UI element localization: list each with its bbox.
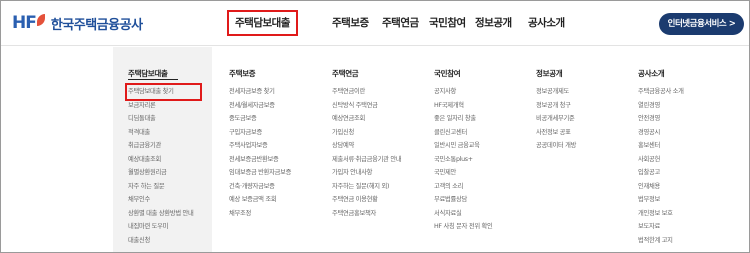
menu-link[interactable]: 자주 하는 질문 bbox=[128, 180, 200, 194]
menu-link[interactable]: 무료법률상담 bbox=[434, 193, 493, 207]
column-title[interactable]: 주택담보대출 bbox=[128, 68, 168, 79]
menu-link[interactable]: 전세자금보증 찾기 bbox=[229, 85, 291, 99]
column-title[interactable]: 공사소개 bbox=[638, 68, 665, 79]
hf-logo-icon: HF bbox=[12, 13, 45, 33]
menu-link[interactable]: 법적한계 고지 bbox=[638, 234, 684, 248]
menu-link[interactable]: 예상 보증금액 조회 bbox=[229, 193, 291, 207]
menu-link[interactable]: 주택연금홍보책자 bbox=[332, 207, 401, 221]
column-items: 주택연금이란 신탁방식 주택연금 예상연금조회 가입신청 상담예약 제출서류·취… bbox=[332, 85, 402, 221]
menu-link[interactable]: 상담예약 bbox=[332, 139, 401, 153]
menu-link[interactable]: 채무인수 bbox=[128, 193, 200, 207]
menu-link[interactable]: HF국제개혁 bbox=[434, 99, 493, 113]
nav-item-public-participation[interactable]: 국민참여 bbox=[429, 10, 466, 36]
internet-banking-button[interactable]: 인터넷금융서비스 > bbox=[659, 13, 744, 35]
menu-link[interactable]: 구입자금보증 bbox=[229, 126, 291, 140]
menu-link[interactable]: HF 사칭 문자 전위 확인 bbox=[434, 220, 493, 234]
menu-link[interactable]: 주택금융공사 소개 bbox=[638, 85, 684, 99]
nav-item-housing-guarantee[interactable]: 주택보증 bbox=[332, 10, 369, 36]
menu-link[interactable]: 예상대출조회 bbox=[128, 153, 200, 167]
menu-link[interactable]: 고객의 소리 bbox=[434, 180, 493, 194]
menu-column-housing-guarantee: 주택보증 전세자금보증 찾기 전세/월세자금보증 중도금보증 구입자금보증 주택… bbox=[229, 47, 329, 252]
menu-link[interactable]: 보금자리론 bbox=[128, 99, 200, 113]
menu-link[interactable]: 디딤돌대출 bbox=[128, 112, 200, 126]
nav-item-information-disclosure[interactable]: 정보공개 bbox=[475, 10, 512, 36]
menu-link[interactable]: 예상연금조회 bbox=[332, 112, 401, 126]
menu-column-housing-pension: 주택연금 주택연금이란 신탁방식 주택연금 예상연금조회 가입신청 상담예약 제… bbox=[332, 47, 432, 252]
menu-link[interactable]: 중도금보증 bbox=[229, 112, 291, 126]
menu-link[interactable]: 전세/월세자금보증 bbox=[229, 99, 291, 113]
menu-link[interactable]: 월별상환원리금 bbox=[128, 166, 200, 180]
menu-link[interactable]: 내집마련 도우미 bbox=[128, 220, 200, 234]
menu-link[interactable]: 신탁방식 주택연금 bbox=[332, 99, 401, 113]
column-title[interactable]: 정보공개 bbox=[536, 68, 563, 79]
menu-link[interactable]: 주택사업자보증 bbox=[229, 139, 291, 153]
menu-column-public-participation: 국민참여 공지사항 HF국제개혁 좋은 일자리 창출 클린신고센터 일반시민 금… bbox=[434, 47, 534, 252]
menu-link[interactable]: 가입신청 bbox=[332, 126, 401, 140]
menu-link[interactable]: 안전경영 bbox=[638, 112, 684, 126]
menu-link[interactable]: 국민소통plus+ bbox=[434, 153, 493, 167]
menu-link[interactable]: 정보공개제도 bbox=[536, 85, 576, 99]
menu-link[interactable]: 전세보증금반환보증 bbox=[229, 153, 291, 167]
nav-item-about-company[interactable]: 공사소개 bbox=[528, 10, 565, 36]
menu-link[interactable]: 채무조정 bbox=[229, 207, 291, 221]
menu-link[interactable]: 홍보센터 bbox=[638, 139, 684, 153]
menu-link[interactable]: 사전정보 공표 bbox=[536, 126, 576, 140]
column-items: 주택담보대출 찾기 보금자리론 디딤돌대출 적격대출 취급금융기관 예상대출조회… bbox=[125, 83, 202, 248]
nav-item-housing-pension[interactable]: 주택연금 bbox=[382, 10, 419, 36]
menu-link[interactable]: 개인정보 보호 bbox=[638, 207, 684, 221]
menu-link[interactable]: 취급금융기관 bbox=[128, 139, 200, 153]
menu-link[interactable]: 비공개세부기준 bbox=[536, 112, 576, 126]
site-logo[interactable]: HF 한국주택금융공사 bbox=[12, 12, 143, 34]
logo-mark-text: HF bbox=[12, 13, 37, 33]
menu-link[interactable]: 좋은 일자리 창출 bbox=[434, 112, 493, 126]
menu-link[interactable]: 일반시민 금융교육 bbox=[434, 139, 493, 153]
column-items: 공지사항 HF국제개혁 좋은 일자리 창출 클린신고센터 일반시민 금융교육 국… bbox=[434, 85, 493, 234]
menu-link[interactable]: 주택연금 이용현황 bbox=[332, 193, 401, 207]
menu-link[interactable]: 경영공시 bbox=[638, 126, 684, 140]
column-items: 주택금융공사 소개 열린경영 안전경영 경영공시 홍보센터 사회공헌 입찰공고 … bbox=[638, 85, 684, 247]
menu-link[interactable]: 클린신고센터 bbox=[434, 126, 493, 140]
column-title[interactable]: 주택연금 bbox=[332, 68, 359, 79]
menu-column-information-disclosure: 정보공개 정보공개제도 정보공개 청구 비공개세부기준 사전정보 공표 공공데이… bbox=[536, 47, 636, 252]
mega-menu: 주택담보대출 주택담보대출 찾기 보금자리론 디딤돌대출 적격대출 취급금융기관… bbox=[1, 47, 749, 252]
menu-link[interactable]: 적격대출 bbox=[128, 126, 200, 140]
menu-column-about-company: 공사소개 주택금융공사 소개 열린경영 안전경영 경영공시 홍보센터 사회공헌 … bbox=[638, 47, 743, 252]
menu-link[interactable]: 건축·개량자금보증 bbox=[229, 180, 291, 194]
column-title[interactable]: 국민참여 bbox=[434, 68, 461, 79]
menu-column-mortgage-loan: 주택담보대출 주택담보대출 찾기 보금자리론 디딤돌대출 적격대출 취급금융기관… bbox=[113, 47, 212, 252]
column-items: 정보공개제도 정보공개 청구 비공개세부기준 사전정보 공표 공공데이터 개방 bbox=[536, 85, 576, 153]
column-title[interactable]: 주택보증 bbox=[229, 68, 256, 79]
menu-link[interactable]: 법무정보 bbox=[638, 193, 684, 207]
menu-link-find-mortgage[interactable]: 주택담보대출 찾기 bbox=[125, 83, 202, 101]
title-underline bbox=[128, 79, 178, 80]
site-header: HF 한국주택금융공사 주택담보대출 주택보증 주택연금 국민참여 정보공개 공… bbox=[1, 1, 749, 46]
menu-link[interactable]: 입찰공고 bbox=[638, 166, 684, 180]
menu-link[interactable]: 공지사항 bbox=[434, 85, 493, 99]
menu-link[interactable]: 대출신청 bbox=[128, 234, 200, 248]
menu-link[interactable]: 제출서류·취급금융기관 안내 bbox=[332, 153, 402, 167]
logo-text: 한국주택금융공사 bbox=[50, 17, 143, 33]
menu-link[interactable]: 보도자료 bbox=[638, 220, 684, 234]
menu-link[interactable]: 국민제안 bbox=[434, 166, 493, 180]
menu-link[interactable]: 임대보증금 반환자금보증 bbox=[229, 166, 291, 180]
menu-link[interactable]: 주택연금이란 bbox=[332, 85, 401, 99]
menu-link[interactable]: 상환별 대출 상환방법 안내 bbox=[128, 207, 200, 221]
menu-link[interactable]: 열린경영 bbox=[638, 99, 684, 113]
menu-link[interactable]: 서식자료실 bbox=[434, 207, 493, 221]
column-items: 전세자금보증 찾기 전세/월세자금보증 중도금보증 구입자금보증 주택사업자보증… bbox=[229, 85, 291, 220]
menu-link[interactable]: 공공데이터 개방 bbox=[536, 139, 576, 153]
nav-item-mortgage-loan[interactable]: 주택담보대출 bbox=[227, 10, 298, 36]
menu-link[interactable]: 인재채용 bbox=[638, 180, 684, 194]
menu-link[interactable]: 사회공헌 bbox=[638, 153, 684, 167]
menu-link[interactable]: 자주하는 질문(해지 외) bbox=[332, 180, 401, 194]
menu-link[interactable]: 정보공개 청구 bbox=[536, 99, 576, 113]
menu-link[interactable]: 가입자 안내사항 bbox=[332, 166, 401, 180]
leaf-icon bbox=[36, 14, 45, 26]
